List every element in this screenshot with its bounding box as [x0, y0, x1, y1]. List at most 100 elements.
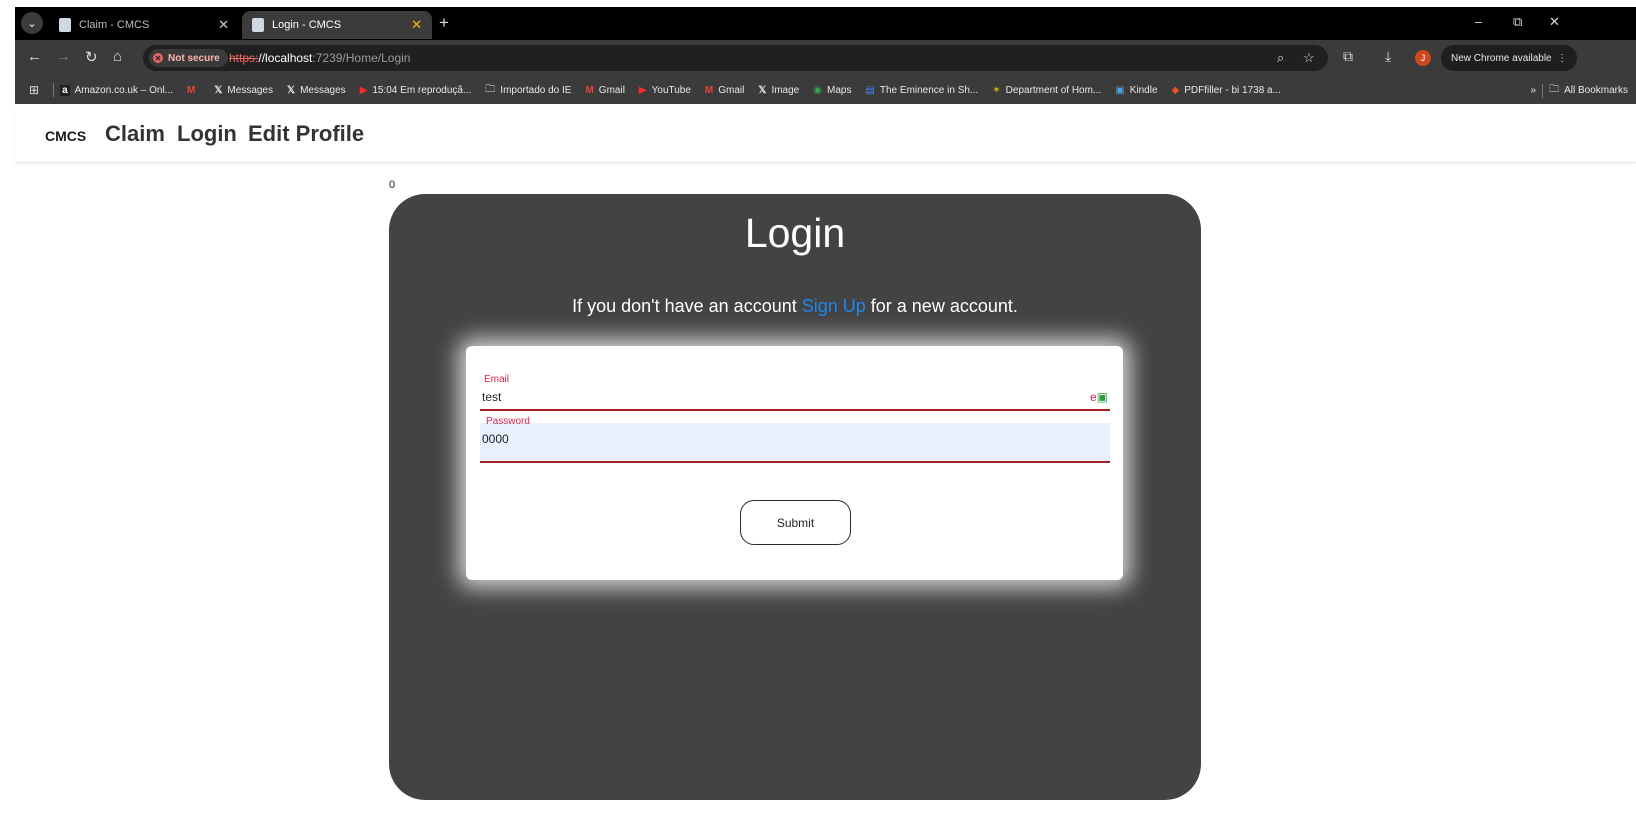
- email-value: test: [482, 390, 502, 404]
- password-label: Password: [486, 416, 530, 427]
- bookmark-label: Gmail: [598, 84, 625, 96]
- all-bookmarks-button[interactable]: All Bookmarks: [1564, 85, 1628, 96]
- youtube-icon: ▶: [638, 84, 647, 96]
- bookmark-item[interactable]: ▣ Kindle: [1115, 85, 1157, 96]
- nav-link-claim[interactable]: Claim: [105, 121, 165, 147]
- bookmark-item[interactable]: 🗀 Importado do IE: [485, 82, 571, 99]
- gmail-icon: M: [585, 84, 594, 96]
- tab-claim[interactable]: Claim - CMCS ✕: [49, 11, 239, 39]
- bookmark-item[interactable]: ▶ 15:04 Em reproduçã...: [360, 85, 472, 96]
- bookmark-item[interactable]: ◉ Maps: [813, 85, 851, 96]
- divider: [1542, 83, 1544, 98]
- signup-prefix: If you don't have an account: [572, 296, 802, 316]
- bookmark-item[interactable]: M Gmail: [585, 85, 624, 96]
- security-label: Not secure: [168, 52, 220, 64]
- nav-link-edit-profile[interactable]: Edit Profile: [248, 121, 364, 147]
- signup-prompt: If you don't have an account Sign Up for…: [389, 296, 1201, 317]
- x-icon: 𝕏: [287, 84, 296, 96]
- chevron-right-icon[interactable]: »: [1531, 85, 1537, 96]
- x-icon: 𝕏: [214, 84, 223, 96]
- security-badge[interactable]: ✕ Not secure: [149, 49, 228, 67]
- bookmark-label: 15:04 Em reproduçã...: [372, 84, 472, 96]
- gmail-icon: M: [187, 84, 196, 96]
- bookmark-item[interactable]: 𝕏 Messages: [287, 85, 346, 96]
- close-icon[interactable]: ✕: [411, 17, 422, 33]
- counter-text: 0: [389, 179, 396, 191]
- kindle-icon: ▣: [1115, 84, 1125, 96]
- submit-button[interactable]: Submit: [740, 500, 851, 545]
- url-text[interactable]: https://localhost:7239/Home/Login: [229, 51, 410, 65]
- tab-login[interactable]: Login - CMCS ✕: [242, 11, 432, 39]
- bookmark-label: PDFfiller - bi 1738 a...: [1184, 84, 1281, 96]
- browser-toolbar: ← → ↻ ⌂ ✕ Not secure https://localhost:7…: [15, 40, 1636, 76]
- apps-icon[interactable]: ⊞: [29, 83, 39, 97]
- nav-link-login[interactable]: Login: [177, 121, 237, 147]
- bookmark-label: Gmail: [718, 84, 745, 96]
- password-value: 0000: [482, 432, 509, 446]
- star-icon[interactable]: ☆: [1303, 50, 1315, 66]
- tab-title: Login - CMCS: [272, 19, 342, 31]
- warning-icon: ✕: [153, 53, 163, 63]
- bookmarks-bar: ⊞ a Amazon.co.uk – Onl... M 𝕏 Messages 𝕏 Me…: [15, 76, 1636, 104]
- bookmark-item[interactable]: ✶ Department of Hom...: [992, 85, 1101, 96]
- password-field[interactable]: Password 0000: [480, 416, 1110, 463]
- download-icon[interactable]: ⤓: [1385, 48, 1391, 65]
- page-title: Login: [744, 210, 846, 256]
- bookmark-label: The Eminence in Sh...: [879, 84, 979, 96]
- bookmark-label: Maps: [826, 84, 852, 96]
- password-manager-icon[interactable]: e▣: [1090, 390, 1108, 404]
- tab-strip: ⌄ Claim - CMCS ✕ Login - CMCS ✕ + – ⧉ ✕: [15, 7, 1636, 39]
- address-bar[interactable]: ✕ Not secure https://localhost:7239/Home…: [143, 45, 1328, 71]
- bookmark-item[interactable]: M: [187, 85, 200, 96]
- zoom-icon[interactable]: ⌕: [1277, 50, 1284, 66]
- bookmark-label: Image: [771, 84, 800, 96]
- folder-icon: 🗀: [1549, 84, 1560, 95]
- profile-avatar[interactable]: J: [1415, 50, 1431, 66]
- signup-suffix: for a new account.: [865, 296, 1018, 316]
- window-close-icon[interactable]: ✕: [1549, 14, 1560, 30]
- browser-chrome: ⌄ Claim - CMCS ✕ Login - CMCS ✕ + – ⧉ ✕ …: [15, 7, 1636, 104]
- home-icon[interactable]: ⌂: [113, 48, 122, 65]
- bookmark-label: Department of Hom...: [1005, 84, 1102, 96]
- url-host: //localhost: [258, 51, 313, 65]
- extensions-icon[interactable]: ⧉: [1343, 48, 1353, 65]
- tab-title: Claim - CMCS: [79, 19, 150, 31]
- url-scheme: https:: [229, 51, 259, 65]
- bookmark-label: Importado do IE: [500, 84, 572, 96]
- login-card: Login If you don't have an account Sign …: [389, 194, 1201, 800]
- bookmark-label: YouTube: [651, 84, 691, 96]
- bookmark-item[interactable]: M Gmail: [705, 85, 744, 96]
- close-icon[interactable]: ✕: [218, 17, 229, 33]
- gmail-icon: M: [704, 84, 714, 96]
- bookmark-item[interactable]: 𝕏 Image: [758, 85, 799, 96]
- divider: [53, 83, 55, 97]
- bookmark-item[interactable]: a Amazon.co.uk – Onl...: [60, 84, 174, 96]
- bookmark-item[interactable]: 𝕏 Messages: [214, 85, 273, 96]
- amazon-icon: a: [60, 84, 70, 96]
- email-label: Email: [484, 374, 510, 385]
- brand-logo[interactable]: CMCS: [45, 128, 86, 144]
- tab-search-button[interactable]: ⌄: [21, 12, 43, 34]
- forward-icon[interactable]: →: [56, 48, 71, 65]
- new-tab-button[interactable]: +: [439, 13, 449, 33]
- bookmark-item[interactable]: ◆ PDFfiller - bi 1738 a...: [1172, 85, 1281, 96]
- bookmark-label: Messages: [227, 84, 273, 96]
- reload-icon[interactable]: ↻: [85, 48, 98, 66]
- signup-link[interactable]: Sign Up: [802, 296, 866, 316]
- new-chrome-label: New Chrome available: [1451, 52, 1552, 64]
- email-field[interactable]: Email test e▣: [480, 371, 1110, 411]
- back-icon[interactable]: ←: [27, 48, 42, 65]
- bookmark-item[interactable]: ▤ The Eminence in Sh...: [865, 85, 978, 96]
- maps-icon: ◉: [813, 84, 822, 96]
- restore-icon[interactable]: ⧉: [1513, 14, 1522, 30]
- youtube-icon: ▶: [359, 84, 368, 96]
- new-chrome-available-button[interactable]: New Chrome available ⋮: [1441, 45, 1578, 71]
- minimize-icon[interactable]: –: [1475, 14, 1482, 29]
- x-icon: 𝕏: [758, 84, 767, 96]
- bookmark-label: Amazon.co.uk – Onl...: [74, 84, 174, 96]
- bookmark-label: Messages: [300, 84, 346, 96]
- bookmarks-overflow: » 🗀 All Bookmarks: [1531, 82, 1628, 99]
- login-form: Email test e▣ Password 0000 Submit: [466, 346, 1123, 580]
- bookmark-item[interactable]: ▶ YouTube: [639, 85, 691, 96]
- page-icon: [59, 18, 71, 32]
